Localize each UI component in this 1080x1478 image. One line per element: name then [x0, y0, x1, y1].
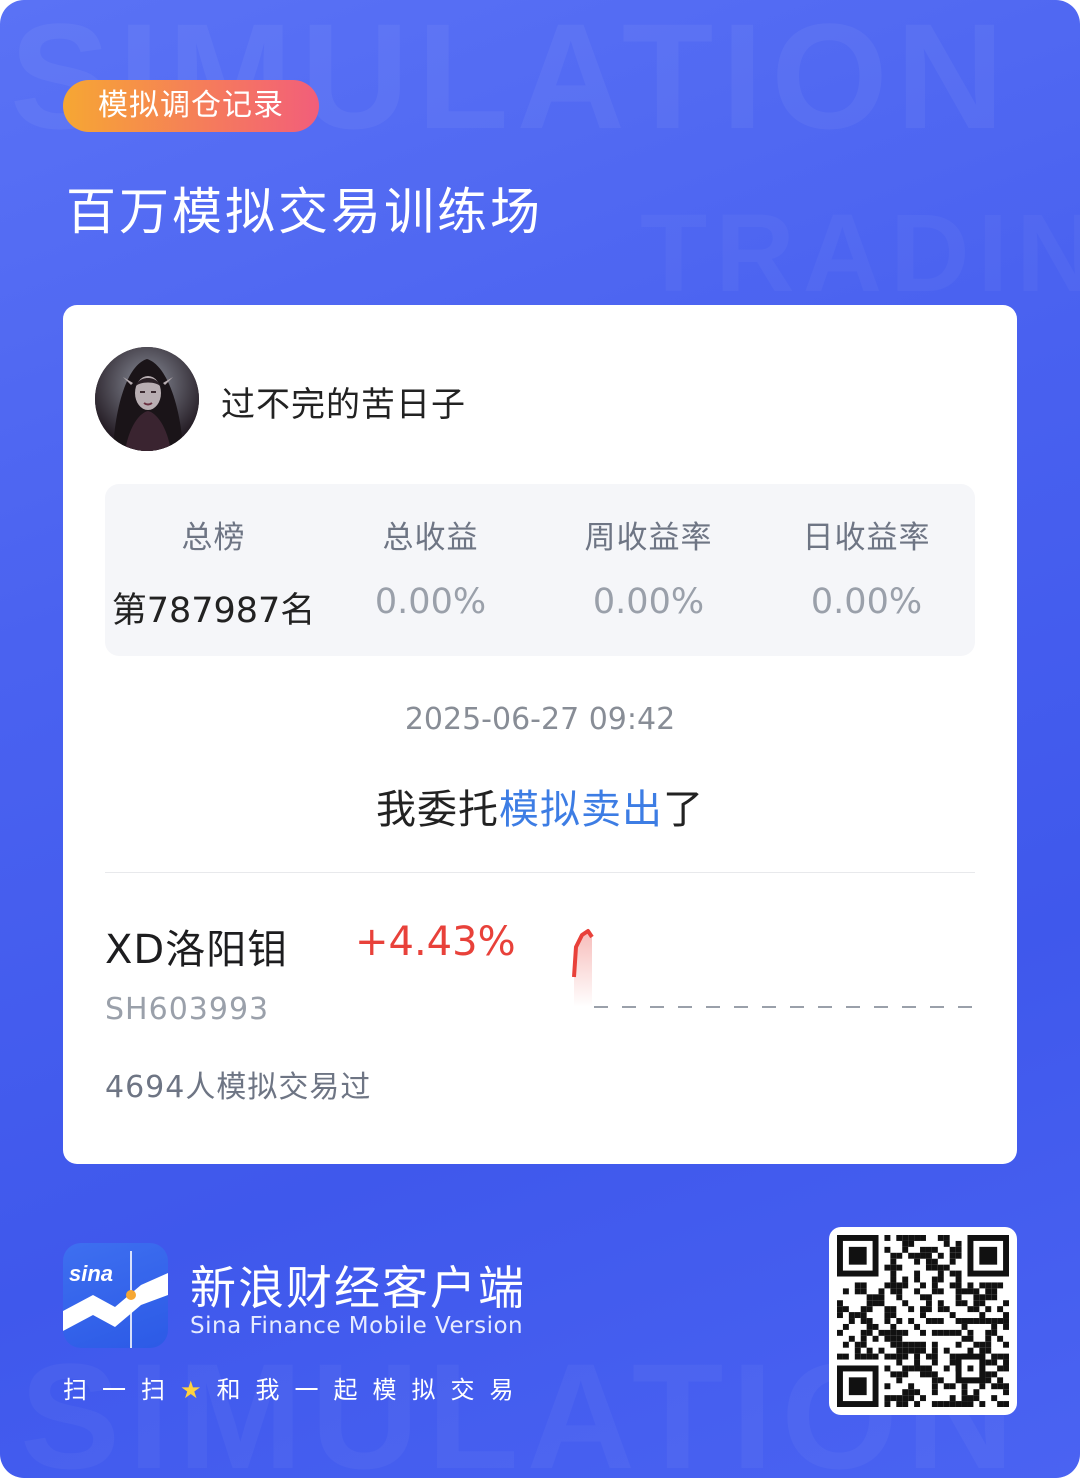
stat-label: 总榜 — [181, 520, 246, 556]
scan-tip-suffix: 和我一起模拟交易 — [216, 1376, 529, 1404]
stat-value: 0.00% — [810, 582, 923, 622]
trade-action-text: 我委托模拟卖出了 — [63, 777, 1017, 835]
trade-timestamp: 2025-06-27 09:42 — [404, 702, 676, 737]
sina-logo-icon: sina — [63, 1251, 168, 1348]
avatar-portrait-icon — [95, 347, 199, 451]
sina-finance-logo: sina — [63, 1243, 168, 1348]
qr-code-icon — [837, 1235, 1009, 1407]
star-icon: ★ — [180, 1376, 217, 1404]
stats-panel: 总榜 第787987名 总收益 0.00% 周收益率 0.00% 日收益率 0.… — [105, 484, 975, 656]
trader-count: 4694人模拟交易过 — [105, 1070, 372, 1105]
action-suffix: 了 — [663, 787, 704, 833]
stat-label: 周收益率 — [584, 520, 713, 556]
action-prefix: 我委托 — [376, 787, 499, 833]
action-highlight: 模拟卖出 — [499, 787, 663, 833]
stat-value: 0.00% — [374, 582, 487, 622]
scan-tip-prefix: 扫一扫 — [63, 1376, 180, 1404]
logo-text: sina — [69, 1261, 113, 1286]
intraday-sparkline — [572, 929, 983, 1008]
trade-record-card: 过不完的苦日子 总榜 第787987名 总收益 0.00% 周收益率 0.00%… — [63, 305, 1017, 1164]
user-avatar[interactable] — [95, 347, 199, 451]
record-type-badge: 模拟调仓记录 — [63, 80, 319, 132]
stock-name[interactable]: XD洛阳钼 — [105, 917, 288, 975]
background-watermark: TRADING — [640, 190, 1080, 317]
stock-code: SH603993 — [105, 992, 270, 1027]
qr-code[interactable] — [829, 1227, 1017, 1415]
stat-value: 第787987名 — [111, 591, 316, 631]
stat-value: 0.00% — [592, 582, 705, 622]
stock-change-percent: +4.43% — [355, 919, 516, 965]
stat-label: 日收益率 — [802, 520, 931, 556]
share-card-page: SIMULATION TRADING SIMULATION 模拟调仓记录 百万模… — [0, 0, 1080, 1478]
scan-tip: 扫一扫★和我一起模拟交易 — [63, 1370, 529, 1405]
divider — [105, 872, 975, 873]
username[interactable]: 过不完的苦日子 — [221, 377, 466, 426]
page-title: 百万模拟交易训练场 — [66, 183, 543, 241]
stat-label: 总收益 — [382, 520, 479, 556]
app-name-english: Sina Finance Mobile Version — [190, 1313, 524, 1339]
app-name: 新浪财经客户端 — [190, 1261, 526, 1315]
